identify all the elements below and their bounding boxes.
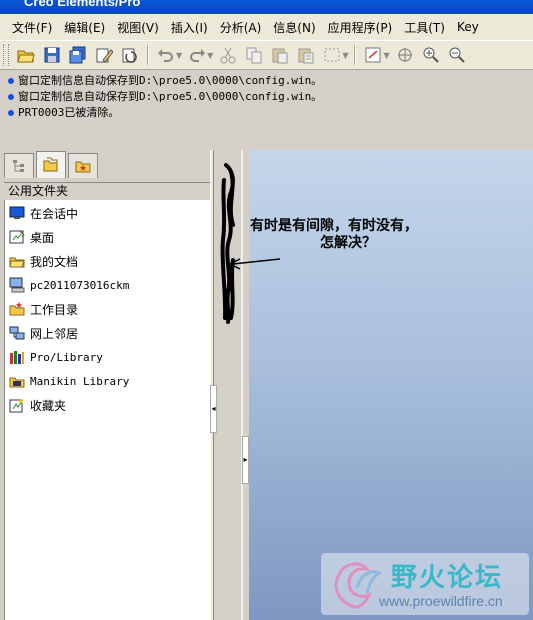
watermark-title: 野火论坛 xyxy=(391,563,504,593)
folder-browser-tab[interactable] xyxy=(36,151,66,178)
message-line: 窗口定制信息自动保存到D:\proe5.0\0000\config.win。 xyxy=(8,72,322,88)
menu-analysis[interactable]: 分析(A) xyxy=(214,19,268,36)
undo-icon[interactable] xyxy=(155,44,177,66)
folder-item-favorites[interactable]: 收藏夹 xyxy=(9,394,66,416)
info-bullet-icon xyxy=(8,94,14,100)
message-line: PRT0003已被清除。 xyxy=(8,104,119,120)
save-copy-icon[interactable] xyxy=(67,44,89,66)
folder-item-computer[interactable]: pc2011073016ckm xyxy=(9,274,129,296)
working-directory-icon xyxy=(9,301,26,317)
folder-item-network[interactable]: 网上邻居 xyxy=(9,322,78,344)
collapse-navigator-icon[interactable]: ◂ xyxy=(210,385,217,433)
menu-key[interactable]: Key xyxy=(451,20,485,34)
menu-info[interactable]: 信息(N) xyxy=(267,19,321,36)
regenerate-icon[interactable] xyxy=(119,44,141,66)
folder-item-pro-library[interactable]: Pro/Library xyxy=(9,346,103,368)
watermark-logo-icon xyxy=(334,562,382,609)
model-tree-dropdown-icon[interactable]: ▼ xyxy=(383,51,389,60)
toolbar-separator xyxy=(147,45,149,65)
watermark: 野火论坛 www.proewildfire.cn xyxy=(321,553,529,615)
zoom-in-icon[interactable] xyxy=(420,44,442,66)
menu-bar: 文件(F) 编辑(E) 视图(V) 插入(I) 分析(A) 信息(N) 应用程序… xyxy=(0,14,533,40)
navigator-panel: 公用文件夹 在会话中 桌面 我的文档 pc2011073016ckm 工作目录 … xyxy=(0,150,214,620)
my-documents-icon xyxy=(9,253,26,269)
manikin-library-icon xyxy=(9,373,26,389)
expand-panel-icon[interactable]: ▸ xyxy=(242,436,249,484)
open-file-icon[interactable] xyxy=(15,44,37,66)
favorites-tab[interactable] xyxy=(68,153,98,178)
folder-item-manikin-library[interactable]: Manikin Library xyxy=(9,370,129,392)
select-dropdown-icon[interactable]: ▼ xyxy=(342,51,348,60)
computer-icon xyxy=(9,277,26,293)
folders-icon xyxy=(43,157,58,172)
select-box-icon[interactable] xyxy=(321,44,343,66)
save-icon[interactable] xyxy=(41,44,63,66)
spin-center-icon[interactable] xyxy=(394,44,416,66)
folder-item-session[interactable]: 在会话中 xyxy=(9,202,78,224)
copy-icon[interactable] xyxy=(243,44,265,66)
main-toolbar: ▼ ▼ ▼ ▼ xyxy=(0,40,533,70)
info-bullet-icon xyxy=(8,78,14,84)
folder-list: 在会话中 桌面 我的文档 pc2011073016ckm 工作目录 网上邻居 P… xyxy=(4,200,210,620)
toolbar-grip[interactable] xyxy=(3,44,9,66)
menu-file[interactable]: 文件(F) xyxy=(0,19,58,36)
menu-insert[interactable]: 插入(I) xyxy=(165,19,214,36)
info-bullet-icon xyxy=(8,110,14,116)
favorites-folder-icon xyxy=(75,161,91,173)
redo-icon[interactable] xyxy=(186,44,208,66)
window-title: Creo Elements/Pro xyxy=(24,0,141,9)
network-icon xyxy=(9,325,26,341)
desktop-icon xyxy=(9,229,26,245)
gap-strip xyxy=(217,150,243,620)
paste-special-icon[interactable] xyxy=(295,44,317,66)
menu-edit[interactable]: 编辑(E) xyxy=(58,19,111,36)
menu-view[interactable]: 视图(V) xyxy=(111,19,165,36)
watermark-url: www.proewildfire.cn xyxy=(379,593,503,609)
model-tree-icon[interactable] xyxy=(362,44,384,66)
zoom-out-icon[interactable] xyxy=(446,44,468,66)
folder-item-my-documents[interactable]: 我的文档 xyxy=(9,250,78,272)
annotation-line-2: 怎解决？ xyxy=(320,235,376,251)
redo-dropdown-icon[interactable]: ▼ xyxy=(207,51,213,60)
navigator-tabs xyxy=(4,151,100,181)
folder-item-desktop[interactable]: 桌面 xyxy=(9,226,54,248)
title-bar: Creo Elements/Pro xyxy=(0,0,533,14)
erase-icon[interactable] xyxy=(93,44,115,66)
tree-icon xyxy=(13,160,24,172)
undo-dropdown-icon[interactable]: ▼ xyxy=(176,51,182,60)
message-line: 窗口定制信息自动保存到D:\proe5.0\0000\config.win。 xyxy=(8,88,322,104)
menu-applications[interactable]: 应用程序(P) xyxy=(322,19,399,36)
model-tree-tab[interactable] xyxy=(4,153,34,178)
toolbar-separator xyxy=(354,45,357,65)
favorites-icon xyxy=(9,397,26,413)
menu-tools[interactable]: 工具(T) xyxy=(398,19,451,36)
session-icon xyxy=(9,205,26,221)
message-area: 窗口定制信息自动保存到D:\proe5.0\0000\config.win。 窗… xyxy=(0,70,533,150)
gap-edge xyxy=(241,150,243,620)
folder-header: 公用文件夹 xyxy=(4,182,210,200)
folder-item-working-directory[interactable]: 工作目录 xyxy=(9,298,78,320)
cut-icon[interactable] xyxy=(217,44,239,66)
paste-icon[interactable] xyxy=(269,44,291,66)
library-icon xyxy=(9,349,26,365)
